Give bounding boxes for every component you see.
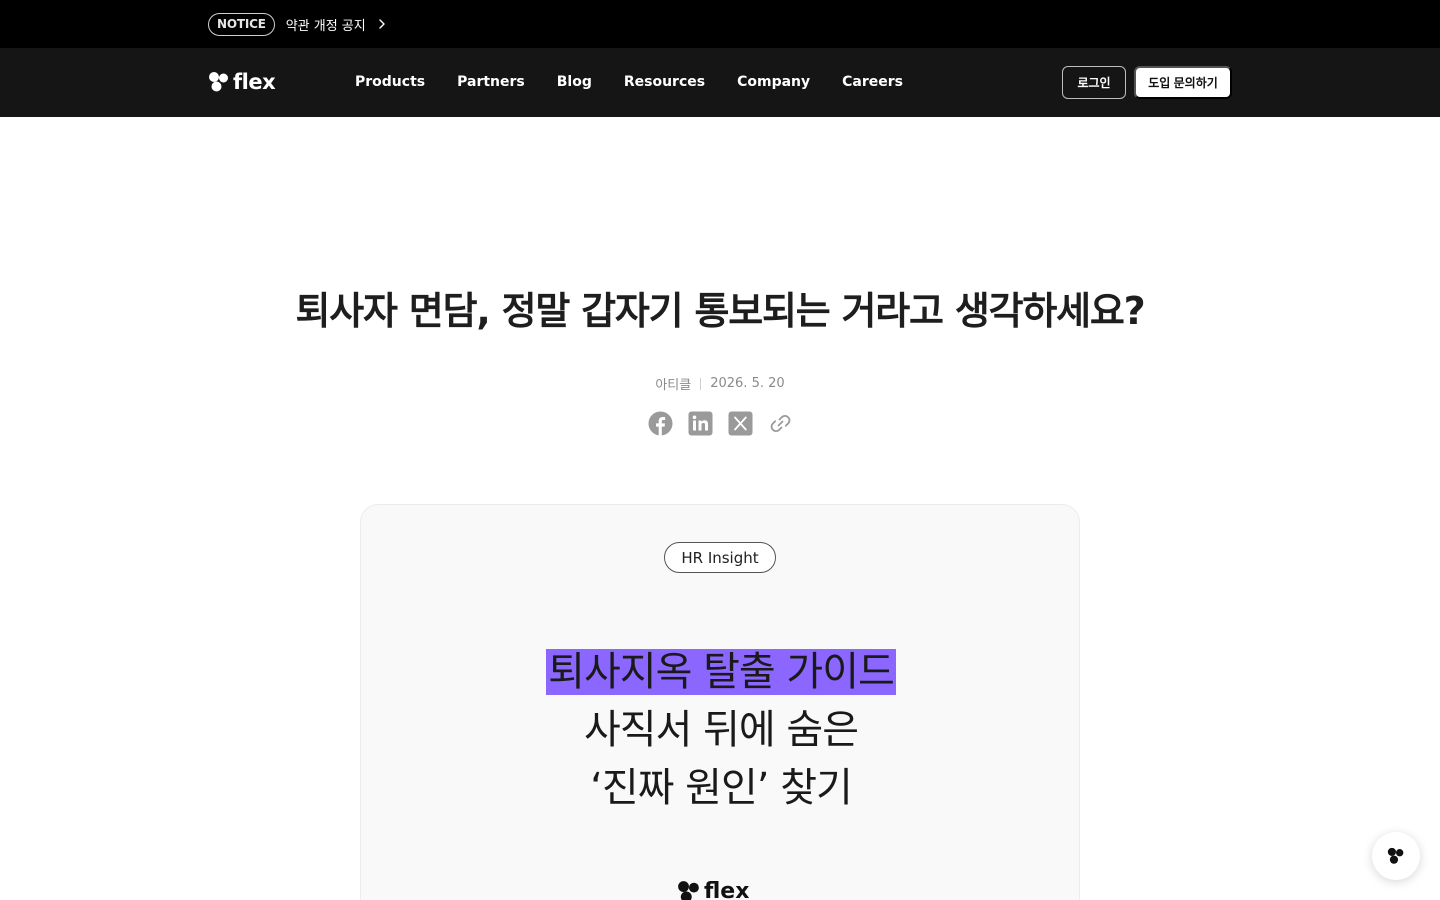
nav-products[interactable]: Products xyxy=(355,72,425,92)
share-x-button[interactable] xyxy=(728,411,753,436)
share-facebook-button[interactable] xyxy=(648,411,673,436)
article-title: 퇴사자 면담, 정말 갑자기 통보되는 거라고 생각하세요? xyxy=(295,289,1146,333)
notice-link[interactable]: NOTICE 약관 개정 공지 xyxy=(208,12,388,36)
site-header: flex Products Partners Blog Resources Co… xyxy=(0,48,1440,117)
chevron-right-icon xyxy=(379,19,385,29)
hero-logo-text: flex xyxy=(704,879,750,900)
notice-badge: NOTICE xyxy=(208,12,275,36)
login-button[interactable]: 로그인 xyxy=(1062,66,1126,99)
chat-button[interactable] xyxy=(1372,832,1420,880)
nav-blog[interactable]: Blog xyxy=(557,72,592,92)
link-icon xyxy=(770,414,791,433)
notice-text: 약관 개정 공지 xyxy=(285,18,366,34)
flex-logo-icon xyxy=(1387,847,1404,864)
share-linkedin-button[interactable] xyxy=(688,411,713,436)
nav-careers[interactable]: Careers xyxy=(842,72,903,92)
article-date: 2026. 5. 20 xyxy=(710,376,785,391)
hero-line-1: 퇴사지옥 탈출 가이드 xyxy=(361,643,1079,701)
flex-logo[interactable]: flex xyxy=(208,69,276,95)
hero-headline: 퇴사지옥 탈출 가이드 사직서 뒤에 숨은 ‘진짜 원인’ 찾기 xyxy=(361,643,1079,817)
hero-line-2: 사직서 뒤에 숨은 xyxy=(583,707,859,753)
share-buttons xyxy=(648,411,793,436)
demo-inquiry-button[interactable]: 도입 문의하기 xyxy=(1134,66,1232,99)
hero-tag: HR Insight xyxy=(664,542,776,573)
x-icon xyxy=(728,411,753,436)
hero-logo: flex xyxy=(677,879,749,900)
flex-logo-icon xyxy=(209,72,228,92)
nav-partners[interactable]: Partners xyxy=(457,72,525,92)
article-hero-image: HR Insight 퇴사지옥 탈출 가이드 사직서 뒤에 숨은 ‘진짜 원인’… xyxy=(360,504,1080,900)
article-category[interactable]: 아티클 xyxy=(655,374,691,393)
hero-highlight: 퇴사지옥 탈출 가이드 xyxy=(546,649,896,695)
flex-logo-icon xyxy=(678,880,699,900)
main-nav: Products Partners Blog Resources Company… xyxy=(355,72,935,92)
nav-resources[interactable]: Resources xyxy=(624,72,705,92)
hero-line-3: ‘진짜 원인’ 찾기 xyxy=(590,765,853,811)
notice-bar: NOTICE 약관 개정 공지 xyxy=(0,0,1440,48)
article-meta: 아티클 2026. 5. 20 xyxy=(0,374,1440,393)
meta-divider xyxy=(700,377,702,390)
linkedin-icon xyxy=(688,411,713,436)
copy-link-button[interactable] xyxy=(768,411,793,436)
logo-text: flex xyxy=(233,70,276,94)
nav-company[interactable]: Company xyxy=(737,72,810,92)
facebook-icon xyxy=(648,411,673,436)
